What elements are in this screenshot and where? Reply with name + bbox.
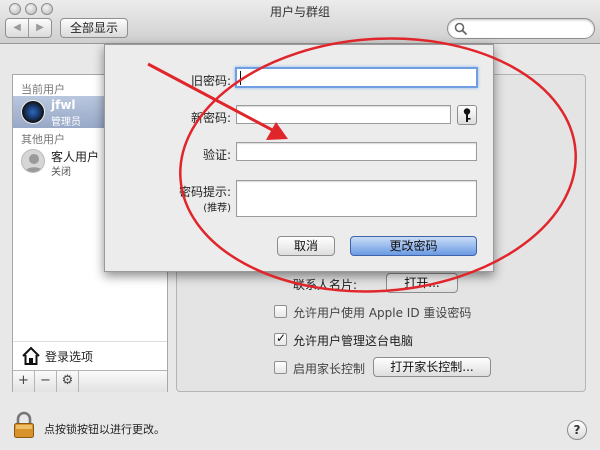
forward-button[interactable]: ▶ <box>29 19 51 37</box>
password-hint-recommended: (推荐) <box>203 203 231 214</box>
gear-icon[interactable]: ⚙ <box>57 371 79 392</box>
new-password-field[interactable] <box>236 105 451 124</box>
lock-icon[interactable] <box>13 411 35 439</box>
title-bar: 用户与群组 ◀ ▶ 全部显示 <box>0 0 600 44</box>
cancel-button[interactable]: 取消 <box>277 236 335 256</box>
apple-id-reset-label: 允许用户使用 Apple ID 重设密码 <box>293 306 472 320</box>
user-name: jfwl <box>51 98 76 112</box>
allow-admin-label: 允许用户管理这台电脑 <box>293 334 414 348</box>
apple-id-reset-checkbox[interactable] <box>274 305 287 318</box>
open-parental-controls-button[interactable]: 打开家长控制... <box>373 357 491 377</box>
remove-user-button[interactable]: − <box>35 371 57 392</box>
password-assistant-button[interactable] <box>457 105 477 125</box>
verify-label: 验证: <box>202 148 231 162</box>
user-avatar <box>21 100 45 124</box>
other-users-header: 其他用户 <box>21 133 65 146</box>
password-hint-field[interactable] <box>236 180 477 217</box>
login-options-label: 登录选项 <box>45 350 94 364</box>
text-cursor <box>240 71 241 85</box>
old-password-field[interactable] <box>235 67 478 88</box>
contact-card-label: 联系人名片: <box>293 278 358 292</box>
guest-avatar-icon <box>21 149 45 173</box>
change-password-sheet: 旧密码: 新密码: 验证: 密码提示: (推荐) 取消 更改密码 <box>104 44 494 272</box>
login-options-item[interactable]: 登录选项 <box>13 341 167 369</box>
lock-hint-text: 点按锁按钮以进行更改。 <box>44 423 165 436</box>
key-icon <box>463 108 471 122</box>
new-password-label: 新密码: <box>190 111 231 125</box>
help-button[interactable]: ? <box>567 420 587 440</box>
show-all-button[interactable]: 全部显示 <box>60 18 128 38</box>
allow-admin-checkbox[interactable] <box>274 331 287 346</box>
nav-buttons: ◀ ▶ <box>5 18 52 38</box>
parental-controls-checkbox[interactable] <box>274 361 287 374</box>
guest-status: 关闭 <box>51 167 71 178</box>
search-icon <box>454 22 468 36</box>
open-contact-button[interactable]: 打开... <box>386 273 458 293</box>
password-hint-label: 密码提示: <box>178 185 231 199</box>
user-role: 管理员 <box>51 117 81 128</box>
change-password-button[interactable]: 更改密码 <box>350 236 477 256</box>
search-field[interactable] <box>447 18 595 39</box>
house-icon <box>22 346 40 365</box>
current-users-header: 当前用户 <box>21 83 65 96</box>
old-password-label: 旧密码: <box>190 74 231 88</box>
parental-controls-label: 启用家长控制 <box>293 362 366 376</box>
back-button[interactable]: ◀ <box>6 19 29 37</box>
sidebar-toolbar: + − ⚙ <box>13 370 167 392</box>
add-user-button[interactable]: + <box>13 371 35 392</box>
verify-field[interactable] <box>236 142 477 161</box>
